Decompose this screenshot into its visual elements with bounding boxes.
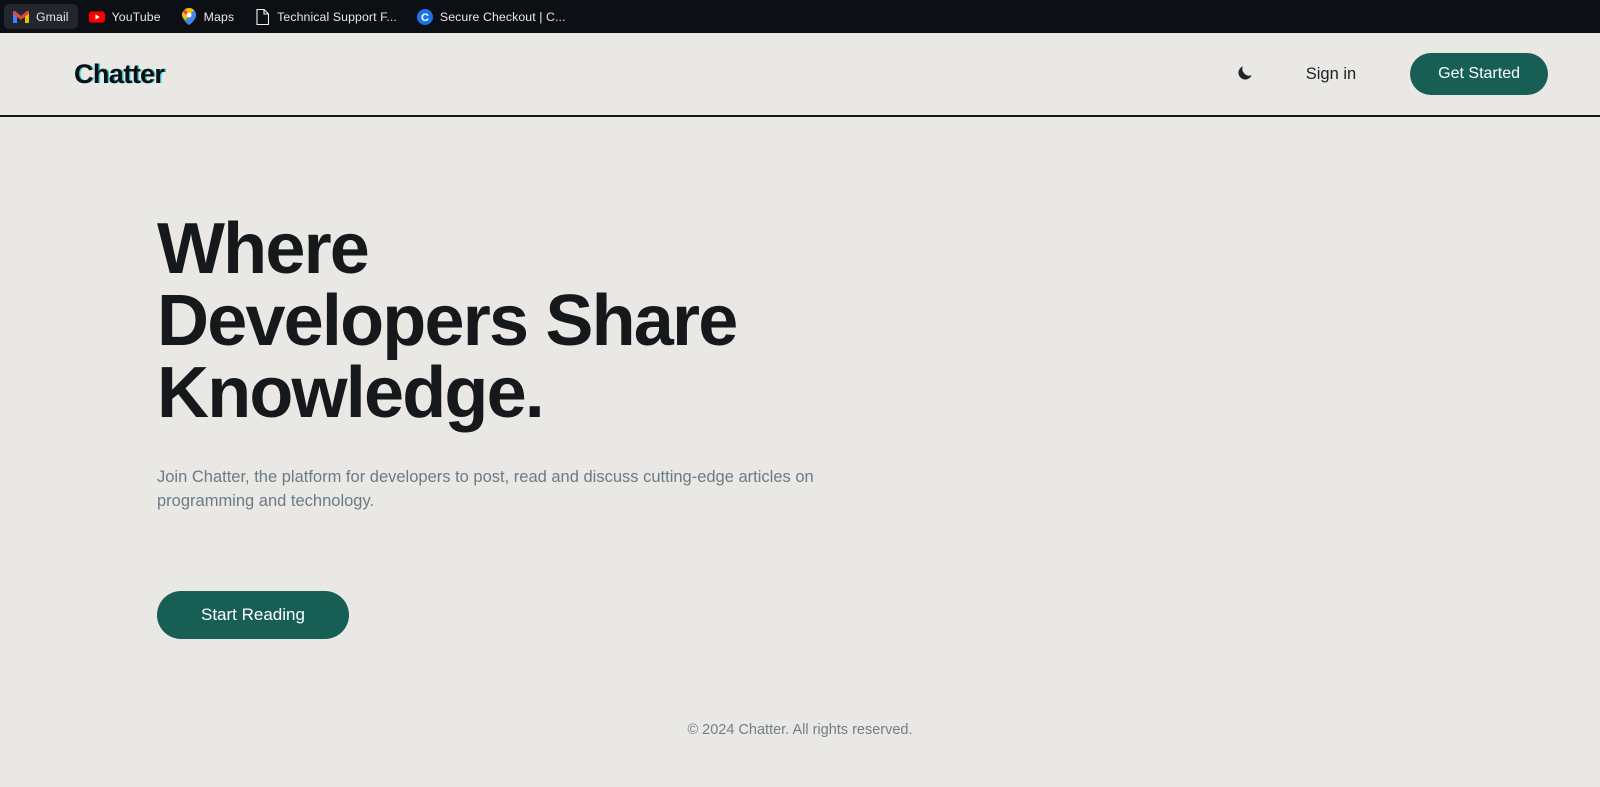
browser-bookmark-bar: Gmail YouTube Maps Technical Support F..… [0,0,1600,33]
bookmark-maps[interactable]: Maps [172,4,243,29]
youtube-icon [88,9,105,25]
google-maps-icon [181,8,197,25]
get-started-button[interactable]: Get Started [1410,53,1548,95]
bookmark-technical-support[interactable]: Technical Support F... [245,4,406,29]
start-reading-button[interactable]: Start Reading [157,591,349,639]
site-logo[interactable]: Chatter [74,59,165,90]
page-root: Chatter Sign in Get Started Where Develo… [0,33,1600,787]
bookmark-label: Maps [203,9,235,24]
header-actions: Sign in Get Started [1224,52,1548,96]
hero-title-line-2: Developers Share [157,281,738,361]
bookmark-label: Secure Checkout | C... [439,9,566,24]
hero-section: Where Developers Share Knowledge. Join C… [0,117,1600,712]
page-title: Where Developers Share Knowledge. [157,213,837,429]
theme-toggle-button[interactable] [1224,52,1268,96]
hero-title-line-3: Knowledge. [157,353,545,433]
hero-subtitle: Join Chatter, the platform for developer… [157,468,814,510]
site-footer: © 2024 Chatter. All rights reserved. [0,712,1600,787]
bookmark-youtube[interactable]: YouTube [80,4,170,29]
svg-text:C: C [421,12,429,24]
circle-c-icon: C [416,8,433,25]
moon-icon [1236,63,1255,85]
sign-in-link[interactable]: Sign in [1286,55,1376,94]
bookmark-gmail[interactable]: Gmail [4,4,78,29]
bookmark-secure-checkout[interactable]: C Secure Checkout | C... [408,4,575,29]
bookmark-label: YouTube [111,9,161,24]
hero-title-line-1: Where [157,209,370,289]
copyright-text: © 2024 Chatter. All rights reserved. [687,722,913,738]
site-header: Chatter Sign in Get Started [0,33,1600,117]
document-icon [254,8,270,25]
bookmark-label: Technical Support F... [277,9,397,24]
gmail-icon [13,9,29,25]
bookmark-label: Gmail [36,9,69,24]
